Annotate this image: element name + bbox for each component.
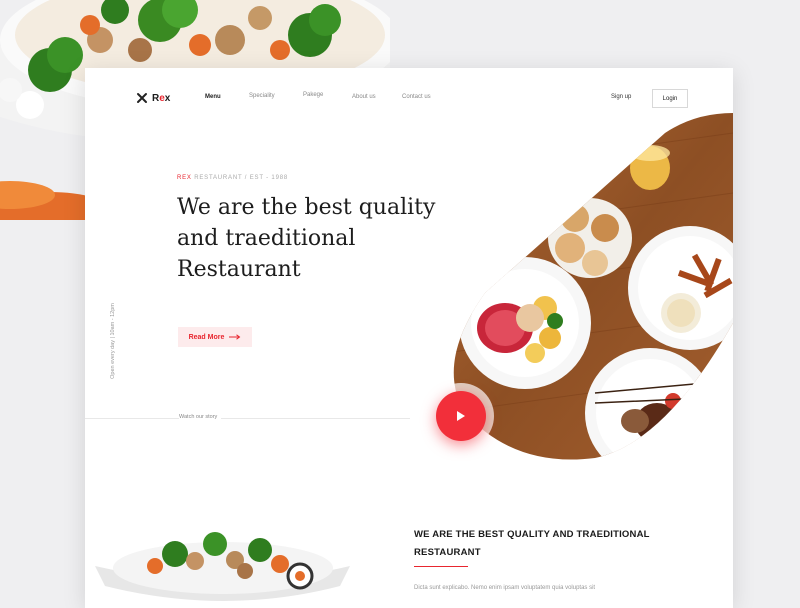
accent-divider [414,566,468,567]
nav-item-pakege[interactable]: Pakege [303,92,323,98]
nav-item-speciality[interactable]: Speciality [249,93,275,99]
play-icon [457,411,465,421]
headline-line: Restaurant [177,257,301,282]
landing-page-card: Rex Menu Speciality Pakege About us Cont… [85,68,733,608]
section-title: WE ARE THE BEST QUALITY AND TRAEDITIONAL… [414,526,650,562]
divider [85,418,410,419]
nav-item-menu[interactable]: Menu [205,94,221,100]
play-video-button[interactable] [436,391,486,441]
crossed-utensils-icon [137,93,147,103]
hero-headline: We are the best quality and traeditional… [177,192,467,285]
login-button[interactable]: Login [652,89,688,108]
section-title-line: WE ARE THE BEST QUALITY AND TRAEDITIONAL [414,529,650,540]
hero-eyebrow: REX RESTAURANT / EST - 1988 [177,175,288,181]
section-food-image [95,532,350,601]
brand-logo[interactable]: Rex [136,92,170,104]
arrow-right-icon [229,334,241,340]
nav-item-about-us[interactable]: About us [352,94,376,100]
play-button-ring [428,383,494,449]
section-body-text: Dicta sunt explicabo. Nemo enim ipsam vo… [414,585,596,591]
nav-item-contact-us[interactable]: Contact us [402,94,431,100]
section-title-line: RESTAURANT [414,547,481,558]
signup-link[interactable]: Sign up [611,94,631,100]
opening-hours-text: Open every day | 10am - 12pm [110,303,116,379]
brand-name: Rex [152,92,171,104]
read-more-button[interactable]: Read More [178,327,252,347]
headline-line: and traeditional [177,226,356,251]
headline-line: We are the best quality [177,195,436,220]
watch-story-link[interactable]: Watch our story [179,414,222,420]
read-more-label: Read More [188,333,225,341]
